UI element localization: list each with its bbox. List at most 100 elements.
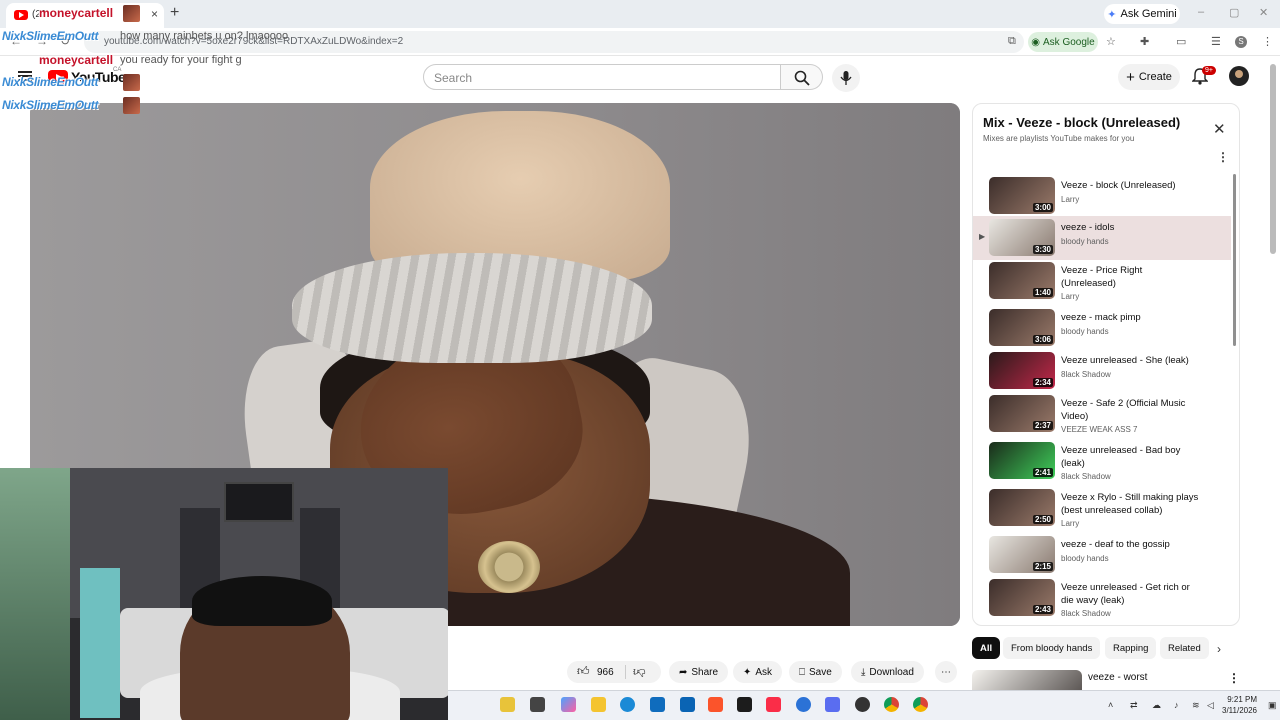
new-tab-button[interactable]: +	[170, 4, 179, 22]
outlook-icon[interactable]	[680, 697, 695, 712]
next-video-title[interactable]: veeze - worst	[1088, 672, 1147, 683]
share-button[interactable]: ➦ Share	[669, 661, 729, 683]
ask-google-button[interactable]: ◉ Ask Google	[1028, 32, 1098, 52]
video-title: Veeze - Price Right (Unreleased)	[1061, 265, 1143, 289]
create-label: Create	[1138, 71, 1172, 83]
taskbar-app-icon[interactable]	[530, 697, 545, 712]
store-icon[interactable]	[650, 697, 665, 712]
app-icon[interactable]	[825, 697, 840, 712]
brave-icon[interactable]	[708, 697, 723, 712]
chat-emote-icon	[123, 74, 140, 91]
window-restore-button[interactable]: ▢	[1229, 6, 1239, 19]
chip-related[interactable]: Related	[1160, 637, 1209, 659]
app-icon[interactable]	[796, 697, 811, 712]
microphone-tray-icon[interactable]: ♪	[1174, 700, 1179, 710]
playlist-item[interactable]: 2:41 Veeze unreleased - Bad boy (leak) 8…	[973, 439, 1231, 483]
playlist-item[interactable]: 2:37 Veeze - Safe 2 (Official Music Vide…	[973, 392, 1231, 436]
edge-icon[interactable]	[620, 697, 635, 712]
app-icon[interactable]	[855, 697, 870, 712]
save-button[interactable]: ⎕ Save	[789, 661, 842, 683]
music-icon[interactable]	[766, 697, 781, 712]
volume-icon[interactable]: ◁	[1207, 700, 1214, 711]
like-count[interactable]: 966	[597, 667, 614, 678]
tray-app-icon[interactable]: ⇄	[1130, 700, 1138, 711]
tab-close-icon[interactable]: ×	[151, 7, 158, 21]
video-duration: 3:30	[1032, 245, 1053, 254]
chat-username: moneycartell	[39, 53, 114, 67]
extensions-icon[interactable]: ✚	[1140, 35, 1149, 48]
playlist-subtitle: Mixes are playlists YouTube makes for yo…	[983, 134, 1135, 143]
tray-app-icon[interactable]: ☁	[1152, 700, 1161, 711]
page-scrollbar[interactable]	[1270, 64, 1276, 254]
more-actions-button[interactable]: ⋯	[935, 661, 957, 683]
chat-emote-icon	[123, 97, 140, 114]
playlist-scrollbar[interactable]	[1233, 174, 1236, 346]
chip-rapping[interactable]: Rapping	[1105, 637, 1157, 659]
playlist-title[interactable]: Mix - Veeze - block (Unreleased)	[983, 115, 1180, 130]
ask-button[interactable]: ✦ Ask	[733, 661, 783, 683]
playlist-item[interactable]: 3:00 Veeze - block (Unreleased) Larry	[973, 174, 1231, 218]
chip-all[interactable]: All	[972, 637, 1001, 659]
playlist-item[interactable]: 2:15 veeze - deaf to the gossip bloody h…	[973, 533, 1231, 577]
file-explorer-icon[interactable]	[591, 697, 606, 712]
video-frame-watch	[478, 541, 540, 593]
chrome-icon[interactable]	[913, 697, 928, 712]
channel-name: Larry	[1061, 292, 1080, 301]
wifi-icon[interactable]: ≋	[1192, 700, 1200, 711]
playlist-item[interactable]: 1:40 Veeze - Price Right (Unreleased) La…	[973, 259, 1231, 303]
video-thumbnail: 2:50	[989, 489, 1055, 526]
google-lens-icon: ◉	[1031, 36, 1041, 48]
video-title: veeze - deaf to the gossip	[1061, 539, 1170, 550]
reading-list-icon[interactable]: ☰	[1211, 35, 1221, 48]
taskbar-clock[interactable]: 9:21 PM 3/11/2026	[1222, 694, 1257, 716]
webcam-tv	[224, 482, 294, 522]
close-playlist-icon[interactable]: ✕	[1213, 120, 1226, 138]
ask-gemini-button[interactable]: ✦ Ask Gemini	[1104, 4, 1180, 24]
thumbs-up-icon[interactable]: 👍︎	[577, 664, 590, 679]
video-title: veeze - mack pimp	[1061, 312, 1141, 323]
thumbs-down-icon[interactable]: 👍︎	[633, 664, 646, 679]
bookmark-star-icon[interactable]: ☆	[1106, 35, 1116, 48]
now-playing-icon: ▶	[979, 232, 986, 241]
video-title: Veeze unreleased - She (leak)	[1061, 355, 1189, 366]
next-video-more-icon[interactable]: ⋮	[1228, 671, 1240, 685]
chat-message: how many rainbets u on? lmaoooo	[120, 30, 289, 42]
account-avatar[interactable]	[1229, 66, 1249, 86]
more-horizontal-icon: ⋯	[941, 666, 951, 678]
playlist-item-now-playing[interactable]: ▶ 3:30 veeze - idols bloody hands	[973, 216, 1231, 260]
terminal-icon[interactable]	[737, 697, 752, 712]
window-close-button[interactable]: ✕	[1259, 6, 1268, 19]
video-duration: 1:40	[1032, 288, 1053, 297]
download-button[interactable]: ⤓ Download	[851, 661, 924, 683]
chip-from-bloody-hands[interactable]: From bloody hands	[1003, 637, 1101, 659]
download-icon: ⤓	[861, 666, 866, 678]
browser-menu-icon[interactable]: ⋮	[1262, 35, 1273, 48]
create-button[interactable]: + Create	[1118, 64, 1180, 90]
chevron-right-icon[interactable]: ›	[1217, 642, 1221, 656]
video-title: Veeze unreleased - Bad boy (leak)	[1061, 445, 1181, 469]
video-thumbnail: 3:30	[989, 219, 1055, 256]
voice-search-button[interactable]	[832, 64, 860, 92]
video-thumbnail: 2:37	[989, 395, 1055, 432]
taskbar-app-icon[interactable]	[500, 697, 515, 712]
chat-username: moneycartell	[39, 6, 114, 20]
browser-tab-strip: (23 × + ✦ Ask Gemini – ▢ ✕	[0, 0, 1280, 28]
chrome-icon[interactable]	[884, 697, 899, 712]
playlist-more-icon[interactable]: ⋮	[1217, 150, 1229, 164]
playlist-item[interactable]: 3:06 veeze - mack pimp bloody hands	[973, 306, 1231, 350]
webcam-overlay	[0, 468, 448, 720]
copilot-icon[interactable]	[561, 697, 576, 712]
search-input[interactable]: Search	[423, 64, 781, 90]
search-button[interactable]	[781, 64, 823, 90]
profile-avatar[interactable]: S	[1235, 36, 1247, 48]
bookmark-icon: ⎕	[799, 666, 805, 678]
tray-chevron-icon[interactable]: ˄	[1108, 700, 1113, 710]
playlist-item[interactable]: 2:43 Veeze unreleased - Get rich or die …	[973, 576, 1231, 620]
playlist-item[interactable]: 2:50 Veeze x Rylo - Still making plays (…	[973, 486, 1231, 530]
notification-center-icon[interactable]: ▣	[1268, 700, 1277, 711]
split-view-icon[interactable]: ▭	[1176, 35, 1186, 48]
playlist-item[interactable]: 2:34 Veeze unreleased - She (leak) 8lack…	[973, 349, 1231, 393]
install-app-icon[interactable]: ⧉	[1008, 35, 1016, 48]
window-minimize-button[interactable]: –	[1198, 6, 1204, 18]
search-placeholder: Search	[434, 71, 473, 85]
